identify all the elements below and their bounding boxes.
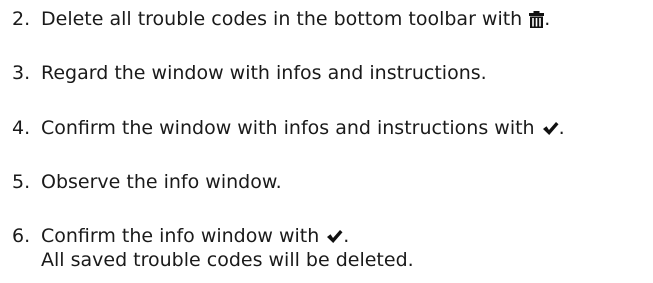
step-number: 3. xyxy=(12,62,31,84)
step-text: Observe the info window. xyxy=(41,171,282,193)
step-6: 6. Confirm the info window with . xyxy=(12,224,349,248)
step-5: 5. Observe the info window. xyxy=(12,170,282,194)
step-6-subtext: All saved trouble codes will be deleted. xyxy=(41,249,414,271)
step-2: 2. Delete all trouble codes in the bottom… xyxy=(12,7,550,31)
step-3: 3. Regard the window with infos and instr… xyxy=(12,61,487,85)
trash-icon xyxy=(529,11,545,28)
checkmark-icon xyxy=(542,121,559,136)
step-text: Confirm the window with infos and instru… xyxy=(41,117,535,139)
step-text: Regard the window with infos and instruc… xyxy=(41,62,487,84)
step-number: 6. xyxy=(12,225,31,247)
step-text: Confirm the info window with xyxy=(41,225,320,247)
step-number: 2. xyxy=(12,8,31,30)
step-4: 4. Confirm the window with infos and inst… xyxy=(12,116,565,140)
step-text: Delete all trouble codes in the bottom t… xyxy=(41,8,523,30)
step-number: 5. xyxy=(12,171,31,193)
checkmark-icon xyxy=(326,229,343,244)
step-number: 4. xyxy=(12,117,31,139)
step-suffix: . xyxy=(343,225,350,247)
step-suffix: . xyxy=(558,117,565,139)
step-suffix: . xyxy=(544,8,551,30)
